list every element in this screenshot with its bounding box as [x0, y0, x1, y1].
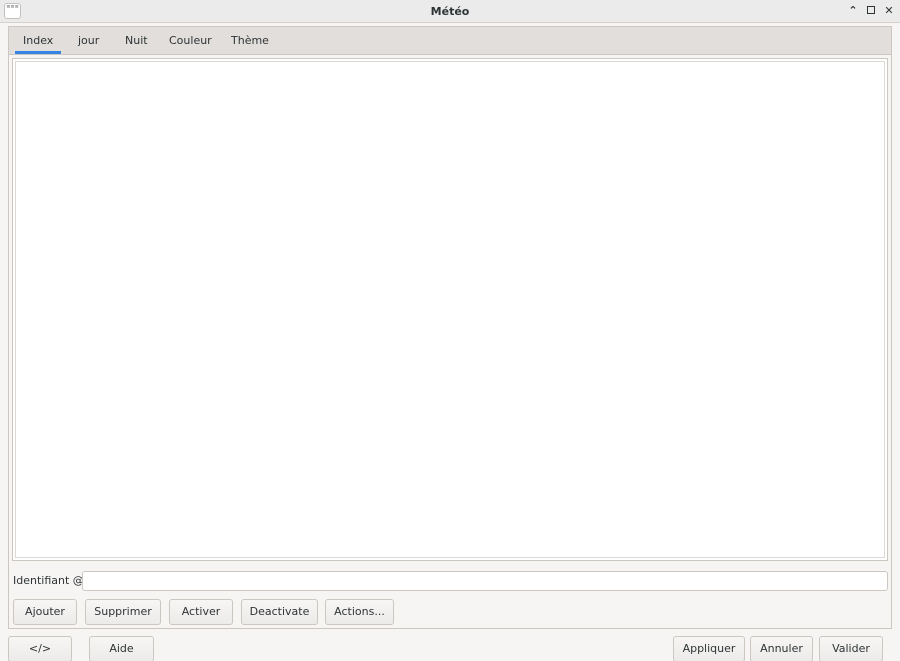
cancel-button[interactable]: Annuler [750, 636, 813, 661]
identifier-input[interactable] [82, 571, 888, 591]
ok-button[interactable]: Valider [819, 636, 883, 661]
tab-couleur[interactable]: Couleur [161, 27, 220, 54]
tab-bar: Index jour Nuit Couleur Thème [9, 27, 891, 55]
identifier-label: Identifiant @ [13, 574, 84, 587]
minimize-button[interactable]: ⌃ [845, 3, 861, 19]
settings-notebook: Index jour Nuit Couleur Thème Identifian… [8, 26, 892, 629]
tab-jour[interactable]: jour [70, 27, 107, 54]
actions-button[interactable]: Actions... [325, 599, 394, 625]
index-page: Identifiant @ Ajouter Supprimer Activer … [9, 55, 891, 628]
close-button[interactable]: ✕ [881, 3, 897, 19]
maximize-icon [867, 6, 875, 14]
deactivate-button[interactable]: Deactivate [241, 599, 318, 625]
tab-theme[interactable]: Thème [223, 27, 277, 54]
dialog-window: ≡≡≡ Météo ⌃ ✕ Index jour Nuit Couleur Th… [0, 0, 900, 661]
maximize-button[interactable] [863, 3, 879, 19]
tab-nuit[interactable]: Nuit [117, 27, 156, 54]
add-button[interactable]: Ajouter [13, 599, 77, 625]
help-button[interactable]: Aide [89, 636, 154, 661]
chevron-up-icon: ⌃ [848, 4, 858, 17]
index-list-view[interactable] [15, 61, 885, 558]
tab-index[interactable]: Index [15, 27, 62, 54]
apply-button[interactable]: Appliquer [673, 636, 745, 661]
activate-button[interactable]: Activer [169, 599, 233, 625]
remove-button[interactable]: Supprimer [85, 599, 161, 625]
close-icon: ✕ [884, 4, 894, 17]
index-list[interactable] [12, 58, 888, 561]
window-title: Météo [430, 5, 470, 18]
code-button[interactable]: </> [8, 636, 72, 661]
title-bar[interactable]: ≡≡≡ Météo ⌃ ✕ [0, 0, 900, 23]
